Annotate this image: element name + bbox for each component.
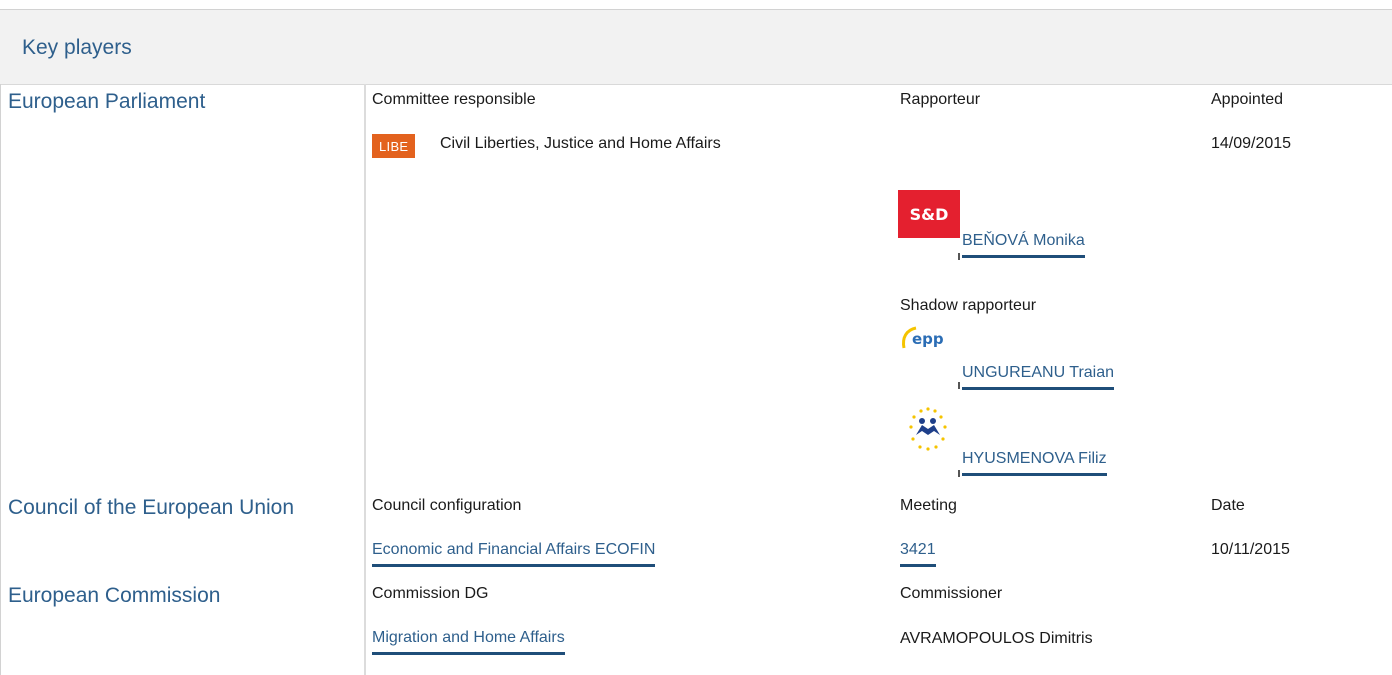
commissioner-header: Commissioner — [900, 585, 1003, 602]
commission-dg-link[interactable]: Migration and Home Affairs — [372, 629, 565, 655]
appointed-date: 14/09/2015 — [1211, 135, 1292, 152]
epp-group-logo: epp — [898, 322, 960, 370]
council-date: 10/11/2015 — [1211, 541, 1290, 558]
commission-dg-header: Commission DG — [372, 585, 489, 602]
section-header: Key players — [0, 10, 1392, 85]
alde-group-logo — [898, 405, 960, 453]
shadow-rapporteur-label: Shadow rapporteur — [900, 297, 1037, 314]
council-config-header: Council configuration — [372, 497, 522, 514]
left-border — [0, 84, 1, 675]
logo-tick — [958, 470, 960, 477]
meeting-link[interactable]: 3421 — [900, 541, 936, 567]
council-config-link[interactable]: Economic and Financial Affairs ECOFIN — [372, 541, 656, 567]
meeting-header: Meeting — [900, 497, 957, 514]
shadow-rapporteur-link[interactable]: HYUSMENOVA Filiz — [962, 450, 1107, 476]
shadow-rapporteur-link[interactable]: UNGUREANU Traian — [962, 364, 1115, 390]
logo-tick — [958, 382, 960, 389]
commission-title: European Commission — [8, 584, 221, 607]
commissioner-name: AVRAMOPOULOS Dimitris — [900, 630, 1093, 647]
committee-badge[interactable]: LIBE — [372, 134, 416, 158]
council-title: Council of the European Union — [8, 496, 295, 519]
appointed-header: Appointed — [1211, 91, 1284, 108]
section-heading: Key players — [22, 36, 132, 59]
committee-name: Civil Liberties, Justice and Home Affair… — [440, 135, 721, 152]
rapporteur-header: Rapporteur — [900, 91, 981, 108]
column-divider — [364, 84, 366, 675]
committee-header: Committee responsible — [372, 91, 536, 108]
svg-text:epp: epp — [912, 330, 944, 348]
parliament-title: European Parliament — [8, 90, 206, 113]
logo-tick — [958, 253, 960, 260]
date-header: Date — [1211, 497, 1245, 514]
sd-group-logo: S&D — [898, 190, 960, 238]
rapporteur-link[interactable]: BEŇOVÁ Monika — [962, 232, 1085, 258]
